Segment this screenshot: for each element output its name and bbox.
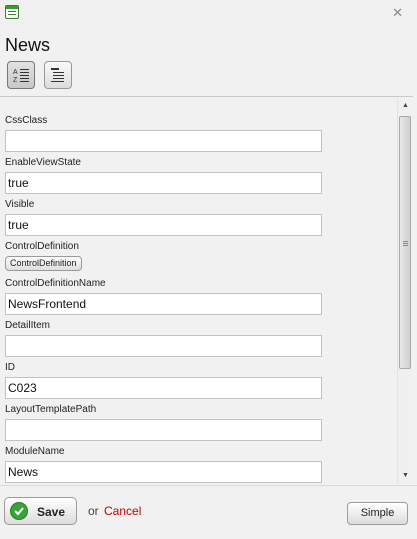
- property-cssclass: CssClass: [5, 115, 322, 152]
- property-modulename: ModuleName: [5, 446, 322, 483]
- modulename-field[interactable]: [5, 461, 322, 483]
- property-layouttemplatepath: LayoutTemplatePath: [5, 404, 322, 441]
- property-label: CssClass: [5, 115, 48, 126]
- enableviewstate-field[interactable]: [5, 172, 322, 194]
- page-title: News: [5, 35, 51, 55]
- property-label: LayoutTemplatePath: [5, 404, 97, 415]
- cancel-link[interactable]: Cancel: [104, 504, 141, 518]
- svg-text:Z: Z: [13, 77, 18, 83]
- visible-field[interactable]: [5, 214, 322, 236]
- id-field[interactable]: [5, 377, 322, 399]
- save-button[interactable]: Save: [4, 497, 77, 525]
- footer-divider: [0, 485, 417, 486]
- property-label: ControlDefinition: [5, 241, 79, 252]
- detailitem-field[interactable]: [5, 335, 322, 357]
- svg-text:A: A: [13, 69, 18, 76]
- property-controldefinitionname: ControlDefinitionName: [5, 278, 322, 315]
- sort-categorized-button[interactable]: [44, 61, 72, 89]
- sort-alphabetical-button[interactable]: A Z: [7, 61, 35, 89]
- checkmark-icon: [10, 502, 28, 520]
- cssclass-field[interactable]: [5, 130, 322, 152]
- vertical-scrollbar[interactable]: ▲ ▼: [397, 98, 412, 484]
- scroll-up-icon[interactable]: ▲: [398, 98, 413, 114]
- form-icon: [5, 5, 19, 19]
- layouttemplatepath-field[interactable]: [5, 419, 322, 441]
- toolbar-divider: [0, 96, 413, 97]
- simple-button[interactable]: Simple: [347, 502, 408, 525]
- property-label: ControlDefinitionName: [5, 278, 106, 289]
- property-label: ID: [5, 362, 15, 373]
- or-text: or: [88, 504, 99, 518]
- property-visible: Visible: [5, 199, 322, 236]
- sort-alphabetical-icon: A Z: [13, 69, 29, 83]
- property-label: ModuleName: [5, 446, 65, 457]
- window-header: ✕: [0, 0, 417, 28]
- property-grid: CssClass EnableViewState Visible Control…: [0, 98, 412, 484]
- grip-icon: [403, 241, 408, 247]
- categorized-list-icon: [51, 68, 64, 82]
- scrollbar-thumb[interactable]: [399, 116, 411, 369]
- property-id: ID: [5, 362, 322, 399]
- property-controldefinition: ControlDefinition ControlDefinition: [5, 241, 82, 271]
- controldefinitionname-field[interactable]: [5, 293, 322, 315]
- close-icon[interactable]: ✕: [392, 6, 403, 19]
- property-label: DetailItem: [5, 320, 51, 331]
- property-detailitem: DetailItem: [5, 320, 322, 357]
- property-label: EnableViewState: [5, 157, 81, 168]
- property-enableviewstate: EnableViewState: [5, 157, 322, 194]
- save-button-label: Save: [37, 505, 66, 519]
- property-label: Visible: [5, 199, 35, 210]
- scroll-down-icon[interactable]: ▼: [398, 468, 413, 484]
- controldefinition-button[interactable]: ControlDefinition: [5, 256, 82, 271]
